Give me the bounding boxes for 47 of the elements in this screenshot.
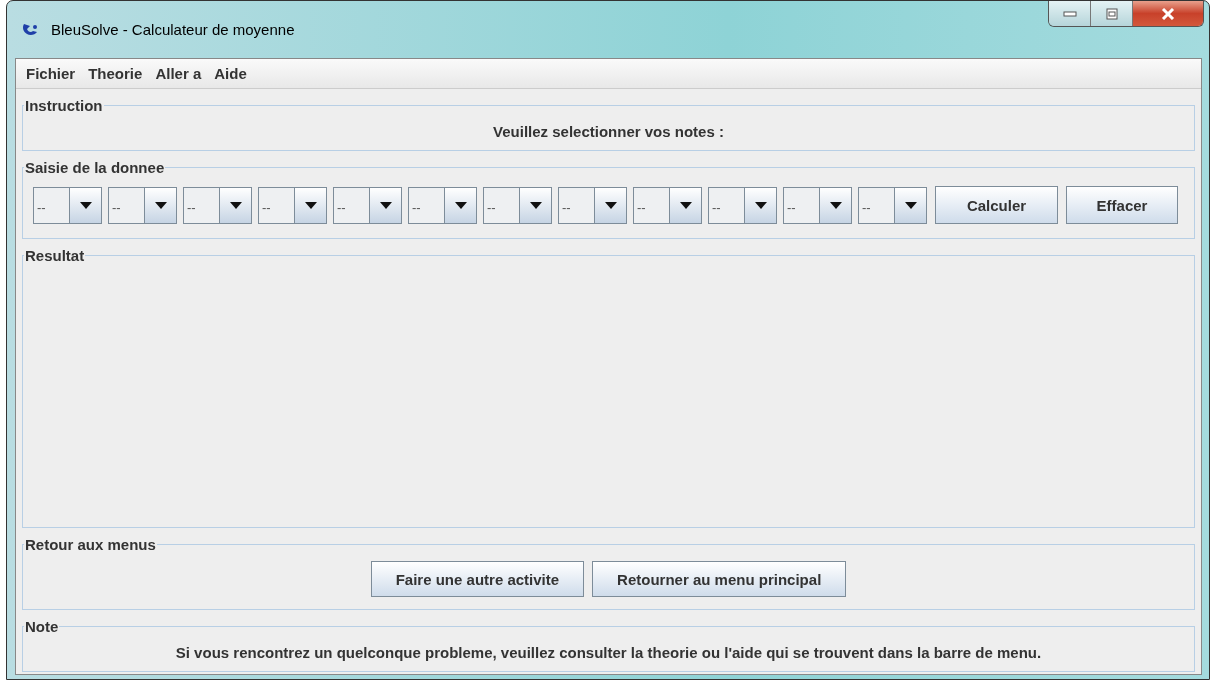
caret-icon [229,201,242,209]
close-icon [1160,7,1176,20]
instruction-text: Veuillez selectionner vos notes : [493,122,724,140]
action-button[interactable]: Calculer [935,186,1058,224]
caret-icon [304,201,317,209]
group-title: Resultat [24,247,86,264]
maximize-icon [1105,7,1118,20]
grade-dropdown[interactable]: -- [633,186,702,224]
grade-dropdown[interactable]: -- [408,186,477,224]
caret-icon [379,201,392,209]
app-icon [21,21,39,38]
menu-item[interactable]: Theorie [82,65,150,82]
group-title: Note [24,618,60,635]
grade-dropdown[interactable]: -- [483,186,552,224]
caret-icon [829,201,842,209]
note-text: Si vous rencontrez un quelconque probleme, veuillez consulter la theorie ou l'aide qui se trouvent dans la barre de menu. [175,643,1042,661]
window-title: BleuSolve - Calculateur de moyenne [51,21,295,38]
caret-icon [529,201,542,209]
navigation-button[interactable]: Faire une autre activite [370,561,585,597]
grade-dropdown[interactable]: -- [258,186,327,224]
action-button[interactable]: Effacer [1066,186,1178,224]
navigation-button[interactable]: Retourner au menu principal [592,561,847,597]
grade-dropdown[interactable]: -- [558,186,627,224]
menu-item[interactable]: Aller a [149,65,209,82]
caret-icon [154,201,167,209]
caret-icon [79,201,92,209]
caret-icon [604,201,617,209]
menu-item[interactable]: Aide [208,65,254,82]
grade-dropdown[interactable]: -- [333,186,402,224]
caret-icon [679,201,692,209]
caret-icon [454,201,467,209]
minimize-button[interactable] [1049,1,1091,26]
grade-dropdown[interactable]: -- [33,186,102,224]
group-title: Saisie de la donnee [24,159,166,176]
menu-item[interactable]: Fichier [20,65,83,82]
caret-icon [754,201,767,209]
grade-dropdown[interactable]: -- [108,186,177,224]
group-title: Retour aux menus [24,536,157,553]
maximize-button[interactable] [1091,1,1133,26]
grade-dropdown[interactable]: -- [858,186,927,224]
group-title: Instruction [24,97,104,114]
grade-dropdown[interactable]: -- [708,186,777,224]
minimize-icon [1062,9,1077,18]
caret-icon [904,201,917,209]
close-button[interactable] [1133,1,1203,26]
grade-dropdown[interactable]: -- [183,186,252,224]
grade-dropdown[interactable]: -- [783,186,852,224]
